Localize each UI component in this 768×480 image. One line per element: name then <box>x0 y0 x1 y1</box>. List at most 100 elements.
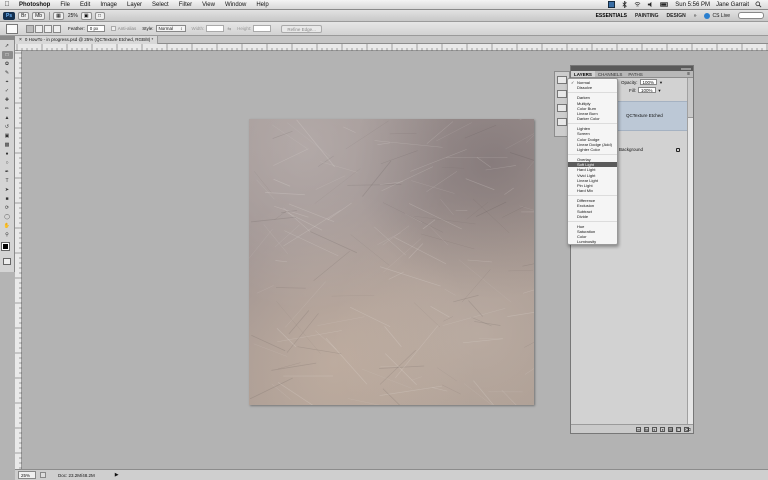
eraser-tool-icon[interactable]: ▣ <box>2 132 13 140</box>
fill-slider-arrow-icon[interactable]: ▼ <box>658 88 662 93</box>
shape-tool-icon[interactable]: ■ <box>2 195 13 203</box>
quick-mask-icon[interactable] <box>3 258 11 265</box>
delete-layer-icon[interactable]: ⌫ <box>684 426 691 432</box>
tab-layers[interactable]: LAYERS <box>571 71 595 77</box>
screen-mode-button[interactable]: □ <box>94 11 105 20</box>
menubar-clock[interactable]: Sun 5:56 PM <box>675 2 710 8</box>
menu-image[interactable]: Image <box>95 0 122 10</box>
zoom-level-select[interactable]: 25% <box>68 13 78 19</box>
history-brush-tool-icon[interactable]: ↺ <box>2 123 13 131</box>
tab-paths[interactable]: PATHS <box>625 71 645 77</box>
wifi-icon[interactable] <box>634 1 641 8</box>
eyedropper-tool-icon[interactable]: ✓ <box>2 87 13 95</box>
menu-window[interactable]: Window <box>220 0 251 10</box>
tool-preset-picker[interactable] <box>6 23 18 34</box>
path-selection-tool-icon[interactable]: ➤ <box>2 186 13 194</box>
color-profile-icon[interactable] <box>40 472 46 478</box>
width-input[interactable] <box>206 25 225 32</box>
anti-alias-checkbox[interactable]: Anti-alias <box>110 26 136 31</box>
blend-mode-hard-mix[interactable]: Hard Mix <box>568 188 617 193</box>
help-search-input[interactable] <box>738 12 764 19</box>
fill-input[interactable]: 100% <box>638 87 656 93</box>
gradient-tool-icon[interactable]: ▩ <box>2 141 13 149</box>
add-mask-icon[interactable]: ◐ <box>652 426 657 432</box>
menu-app-photoshop[interactable]: Photoshop <box>14 0 55 10</box>
new-layer-icon[interactable]: ▢ <box>676 426 681 432</box>
spot-healing-tool-icon[interactable]: ✚ <box>2 96 13 104</box>
menu-file[interactable]: File <box>55 0 75 10</box>
view-extras-button[interactable]: ▦ <box>53 11 64 20</box>
move-tool-icon[interactable]: ➚ <box>2 42 13 50</box>
workspace-design[interactable]: DESIGN <box>667 13 686 19</box>
arrange-documents-button[interactable]: ▣ <box>80 11 92 20</box>
blur-tool-icon[interactable]: ● <box>2 150 13 158</box>
adjustment-layer-icon[interactable]: ◑ <box>660 426 665 432</box>
add-to-selection-button[interactable] <box>35 24 43 33</box>
vertical-ruler[interactable] <box>15 51 22 469</box>
intersect-selection-button[interactable] <box>53 24 61 33</box>
new-group-icon[interactable]: ▤ <box>668 426 673 432</box>
menubar-user[interactable]: Jane Garrait <box>716 2 749 8</box>
3d-rotate-tool-icon[interactable]: ⟳ <box>2 204 13 212</box>
lasso-tool-icon[interactable]: ✿ <box>2 60 13 68</box>
spotlight-search-icon[interactable] <box>755 1 762 8</box>
menu-help[interactable]: Help <box>251 0 273 10</box>
refine-edge-button[interactable]: Refine Edge... <box>281 24 322 33</box>
blend-mode-lighter-color[interactable]: Lighter Color <box>568 147 617 152</box>
zoom-tool-icon[interactable]: ⚲ <box>2 231 13 239</box>
actions-panel-icon[interactable] <box>557 90 567 98</box>
adjustments-panel-icon[interactable] <box>557 104 567 112</box>
clone-stamp-tool-icon[interactable]: ▲ <box>2 114 13 122</box>
volume-icon[interactable] <box>647 1 654 8</box>
swap-dimensions-icon[interactable]: ⇆ <box>227 26 231 32</box>
pen-tool-icon[interactable]: ✒ <box>2 168 13 176</box>
status-zoom-field[interactable]: 25% <box>18 471 36 479</box>
menu-edit[interactable]: Edit <box>75 0 95 10</box>
launch-bridge-button[interactable]: Br <box>18 11 30 20</box>
photoshop-status-icon[interactable] <box>608 1 616 8</box>
workspace-more-icon[interactable]: » <box>694 13 697 19</box>
scrollbar-thumb[interactable] <box>688 78 693 118</box>
menu-view[interactable]: View <box>197 0 220 10</box>
bluetooth-icon[interactable] <box>621 1 628 8</box>
launch-minibridge-button[interactable]: Mb <box>32 11 46 20</box>
history-panel-icon[interactable] <box>557 76 567 84</box>
document-tab[interactable]: × 0 HowTo - in progress.psd @ 25% (QCTex… <box>15 36 159 44</box>
blend-mode-divide[interactable]: Divide <box>568 214 617 219</box>
3d-orbit-tool-icon[interactable]: ◯ <box>2 213 13 221</box>
tab-channels[interactable]: CHANNELS <box>595 71 626 77</box>
blend-mode-luminosity[interactable]: Luminosity <box>568 239 617 244</box>
workspace-painting[interactable]: PAINTING <box>635 13 659 19</box>
cs-live-button[interactable]: CS Live <box>704 12 730 19</box>
opacity-input[interactable]: 100% <box>639 79 658 85</box>
layer-style-icon[interactable]: fx <box>644 426 649 432</box>
opacity-slider-arrow-icon[interactable]: ▼ <box>659 80 663 85</box>
apple-icon[interactable]:  <box>0 1 14 8</box>
hand-tool-icon[interactable]: ✋ <box>2 222 13 230</box>
feather-input[interactable]: 0 px <box>86 25 105 32</box>
status-menu-arrow-icon[interactable]: ▶ <box>115 472 119 478</box>
rectangular-marquee-tool-icon[interactable]: □ <box>1 51 13 59</box>
blend-mode-dissolve[interactable]: Dissolve <box>568 85 617 90</box>
dodge-tool-icon[interactable]: ○ <box>2 159 13 167</box>
link-layers-icon[interactable]: ∞ <box>636 426 641 432</box>
panel-menu-icon[interactable]: ≡ <box>687 71 693 77</box>
layers-scrollbar[interactable] <box>687 78 693 424</box>
horizontal-ruler[interactable] <box>15 44 768 51</box>
menu-layer[interactable]: Layer <box>122 0 147 10</box>
blend-mode-darker-color[interactable]: Darker Color <box>568 116 617 121</box>
close-icon[interactable]: × <box>19 36 22 44</box>
menu-filter[interactable]: Filter <box>174 0 197 10</box>
quick-selection-tool-icon[interactable]: ✎ <box>2 69 13 77</box>
document-image-etched-texture[interactable] <box>249 119 534 405</box>
height-input[interactable] <box>253 25 272 32</box>
type-tool-icon[interactable]: T <box>2 177 13 185</box>
workspace-essentials[interactable]: ESSENTIALS <box>596 13 627 19</box>
new-selection-button[interactable] <box>26 24 34 33</box>
styles-panel-icon[interactable] <box>557 118 567 126</box>
style-select[interactable]: Normal ↕ <box>155 25 186 32</box>
battery-icon[interactable] <box>660 1 669 8</box>
crop-tool-icon[interactable]: ⌖ <box>2 78 13 86</box>
brush-tool-icon[interactable]: ✏ <box>2 105 13 113</box>
subtract-from-selection-button[interactable] <box>44 24 52 33</box>
